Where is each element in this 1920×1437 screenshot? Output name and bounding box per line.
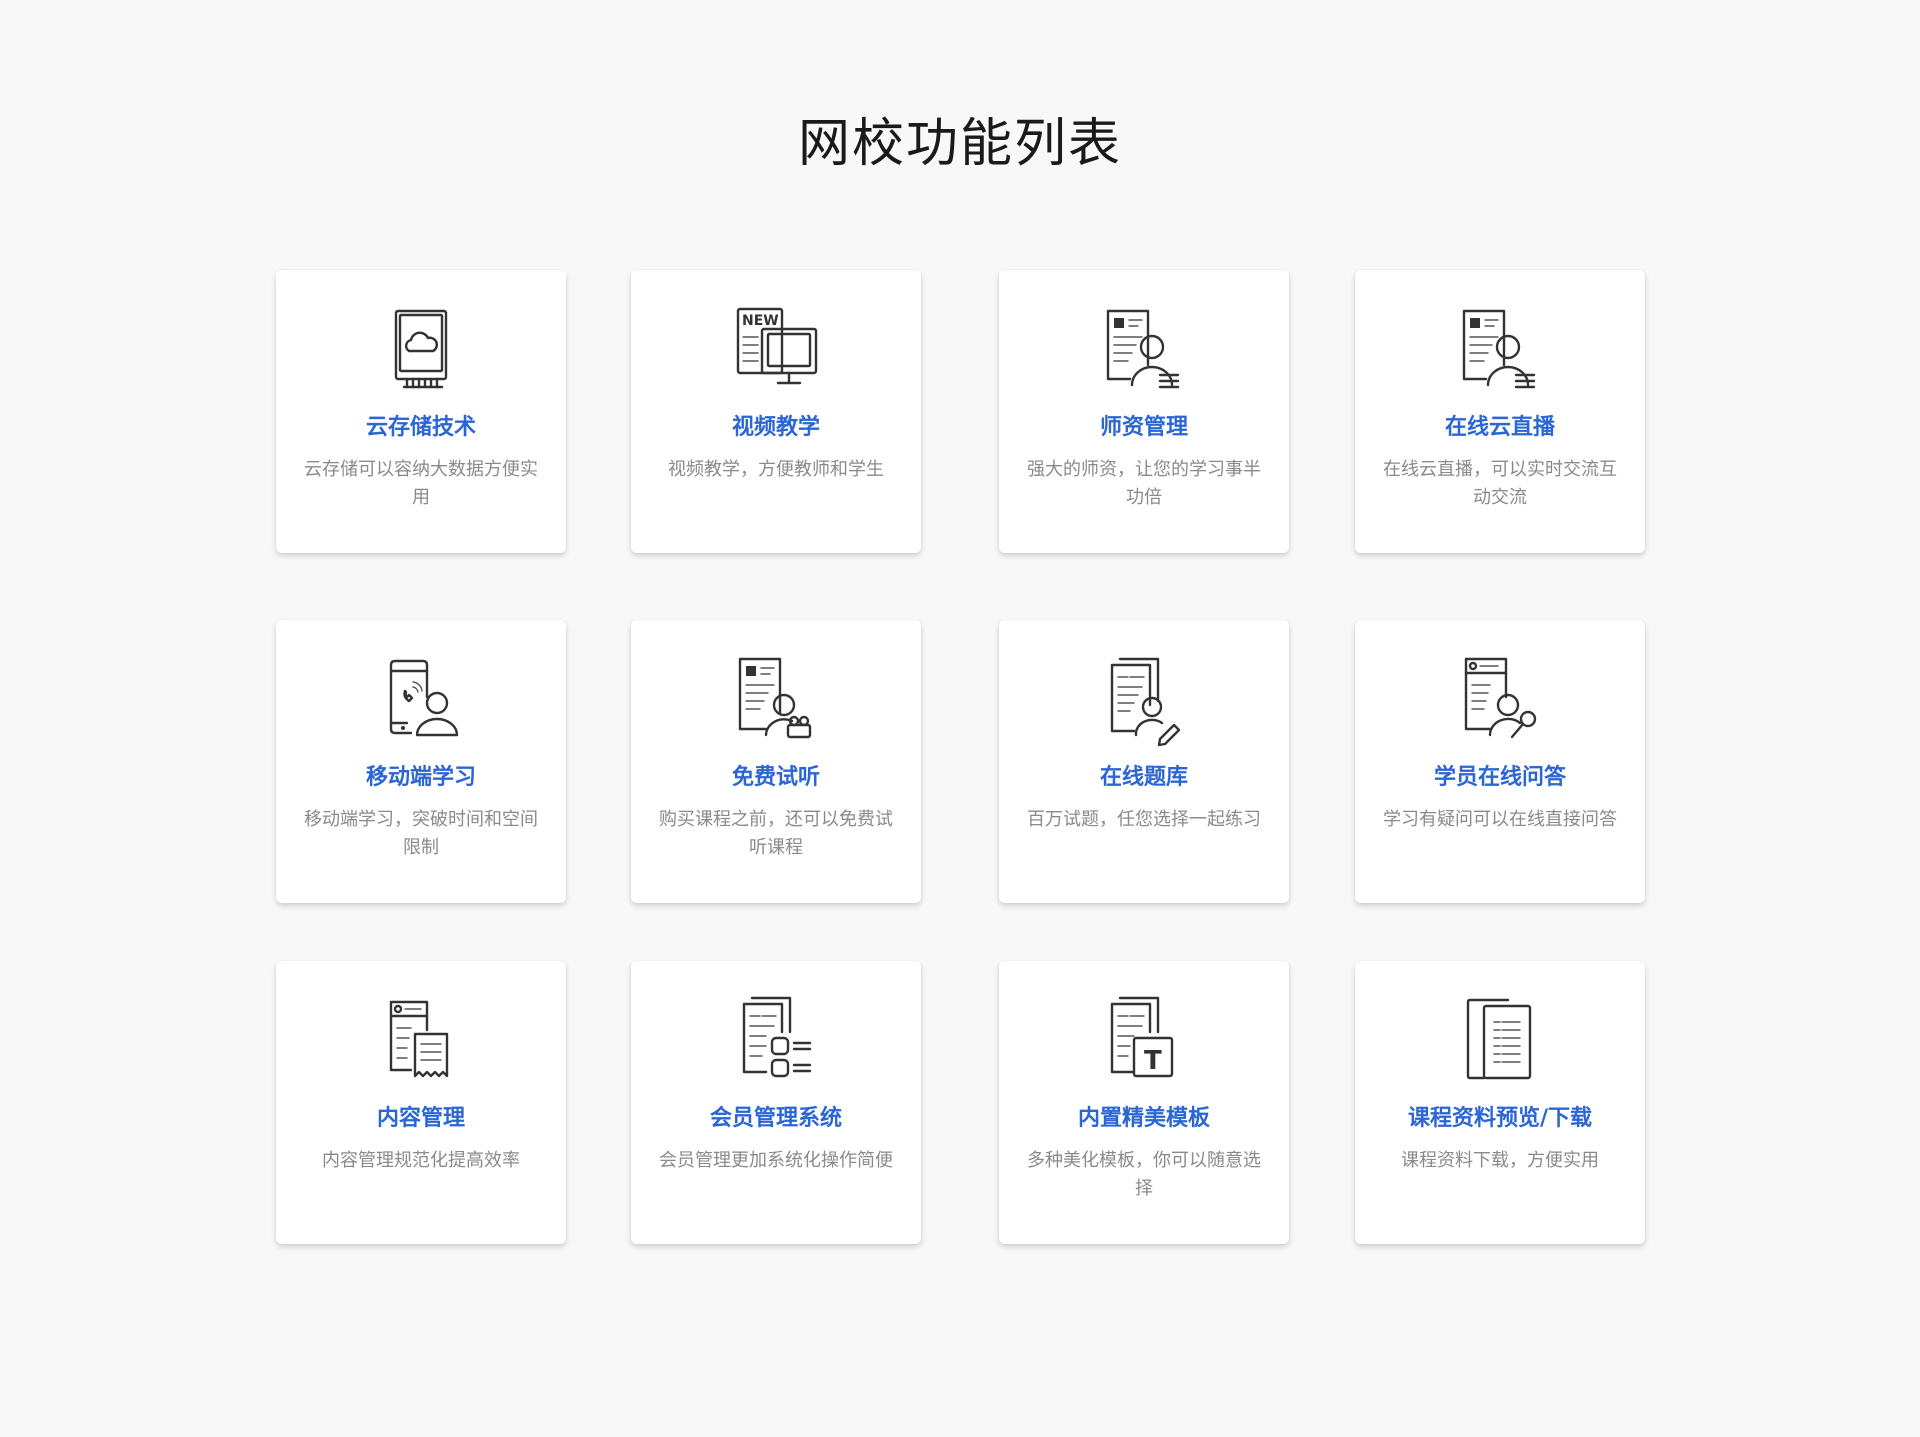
card-title: 在线云直播 <box>1444 415 1555 440</box>
card-description: 在线云直播，可以实时交流互动交流 <box>1383 459 1617 508</box>
svg-text:T: T <box>1144 1046 1162 1076</box>
live-broadcast-profile-icon <box>1450 303 1550 399</box>
card-description: 百万试题，任您选择一起练习 <box>1027 809 1261 830</box>
card-description: 强大的师资，让您的学习事半功倍 <box>1027 459 1261 508</box>
feature-card-mobile-learning[interactable]: 移动端学习 移动端学习，突破时间和空间限制 <box>276 620 566 903</box>
content-management-icon <box>371 994 471 1090</box>
feature-card-course-documents[interactable]: 课程资料预览/下载 课程资料下载，方便实用 <box>1355 961 1645 1244</box>
feature-card-member-system[interactable]: 会员管理系统 会员管理更加系统化操作简便 <box>631 961 921 1244</box>
card-description: 会员管理更加系统化操作简便 <box>659 1150 893 1171</box>
card-title: 云存储技术 <box>365 415 476 440</box>
card-description: 视频教学，方便教师和学生 <box>668 459 884 480</box>
card-title: 师资管理 <box>1099 415 1188 440</box>
new-video-monitor-icon: NEW <box>726 303 826 399</box>
page-title: 网校功能列表 <box>797 114 1122 174</box>
card-description: 内容管理规范化提高效率 <box>322 1150 520 1171</box>
feature-card-cloud-storage[interactable]: 云存储技术 云存储可以容纳大数据方便实用 <box>276 270 566 553</box>
card-title: 视频教学 <box>731 415 820 440</box>
card-title: 在线题库 <box>1099 765 1188 790</box>
card-description: 购买课程之前，还可以免费试听课程 <box>659 809 893 858</box>
feature-card-video-teaching[interactable]: NEW 视频教学 视频教学，方便教师和学生 <box>631 270 921 553</box>
card-title: 内容管理 <box>376 1106 465 1131</box>
feature-card-content-management[interactable]: 内容管理 内容管理规范化提高效率 <box>276 961 566 1244</box>
card-title: 学员在线问答 <box>1433 765 1566 790</box>
member-system-icon <box>726 994 826 1090</box>
card-title: 内置精美模板 <box>1077 1106 1210 1131</box>
question-bank-pencil-icon <box>1094 653 1194 749</box>
card-description: 课程资料下载，方便实用 <box>1401 1150 1599 1171</box>
feature-card-teacher-management[interactable]: 师资管理 强大的师资，让您的学习事半功倍 <box>999 270 1289 553</box>
course-documents-icon <box>1450 994 1550 1090</box>
cloud-storage-icon <box>371 303 471 399</box>
svg-text:NEW: NEW <box>742 313 779 329</box>
mobile-learning-icon <box>371 653 471 749</box>
teacher-profile-icon <box>1094 303 1194 399</box>
student-qa-search-icon <box>1450 653 1550 749</box>
feature-card-student-qa[interactable]: 学员在线问答 学习有疑问可以在线直接问答 <box>1355 620 1645 903</box>
card-description: 学习有疑问可以在线直接问答 <box>1383 809 1617 830</box>
card-title: 移动端学习 <box>365 765 476 790</box>
template-text-icon: T <box>1094 994 1194 1090</box>
free-trial-camera-icon <box>726 653 826 749</box>
card-description: 移动端学习，突破时间和空间限制 <box>304 809 538 858</box>
card-description: 云存储可以容纳大数据方便实用 <box>304 459 538 508</box>
card-title: 课程资料预览/下载 <box>1407 1106 1593 1131</box>
feature-card-free-trial[interactable]: 免费试听 购买课程之前，还可以免费试听课程 <box>631 620 921 903</box>
feature-card-question-bank[interactable]: 在线题库 百万试题，任您选择一起练习 <box>999 620 1289 903</box>
card-description: 多种美化模板，你可以随意选择 <box>1027 1150 1261 1199</box>
card-title: 免费试听 <box>731 765 820 790</box>
card-title: 会员管理系统 <box>709 1106 842 1131</box>
feature-card-templates[interactable]: T 内置精美模板 多种美化模板，你可以随意选择 <box>999 961 1289 1244</box>
feature-card-live-broadcast[interactable]: 在线云直播 在线云直播，可以实时交流互动交流 <box>1355 270 1645 553</box>
